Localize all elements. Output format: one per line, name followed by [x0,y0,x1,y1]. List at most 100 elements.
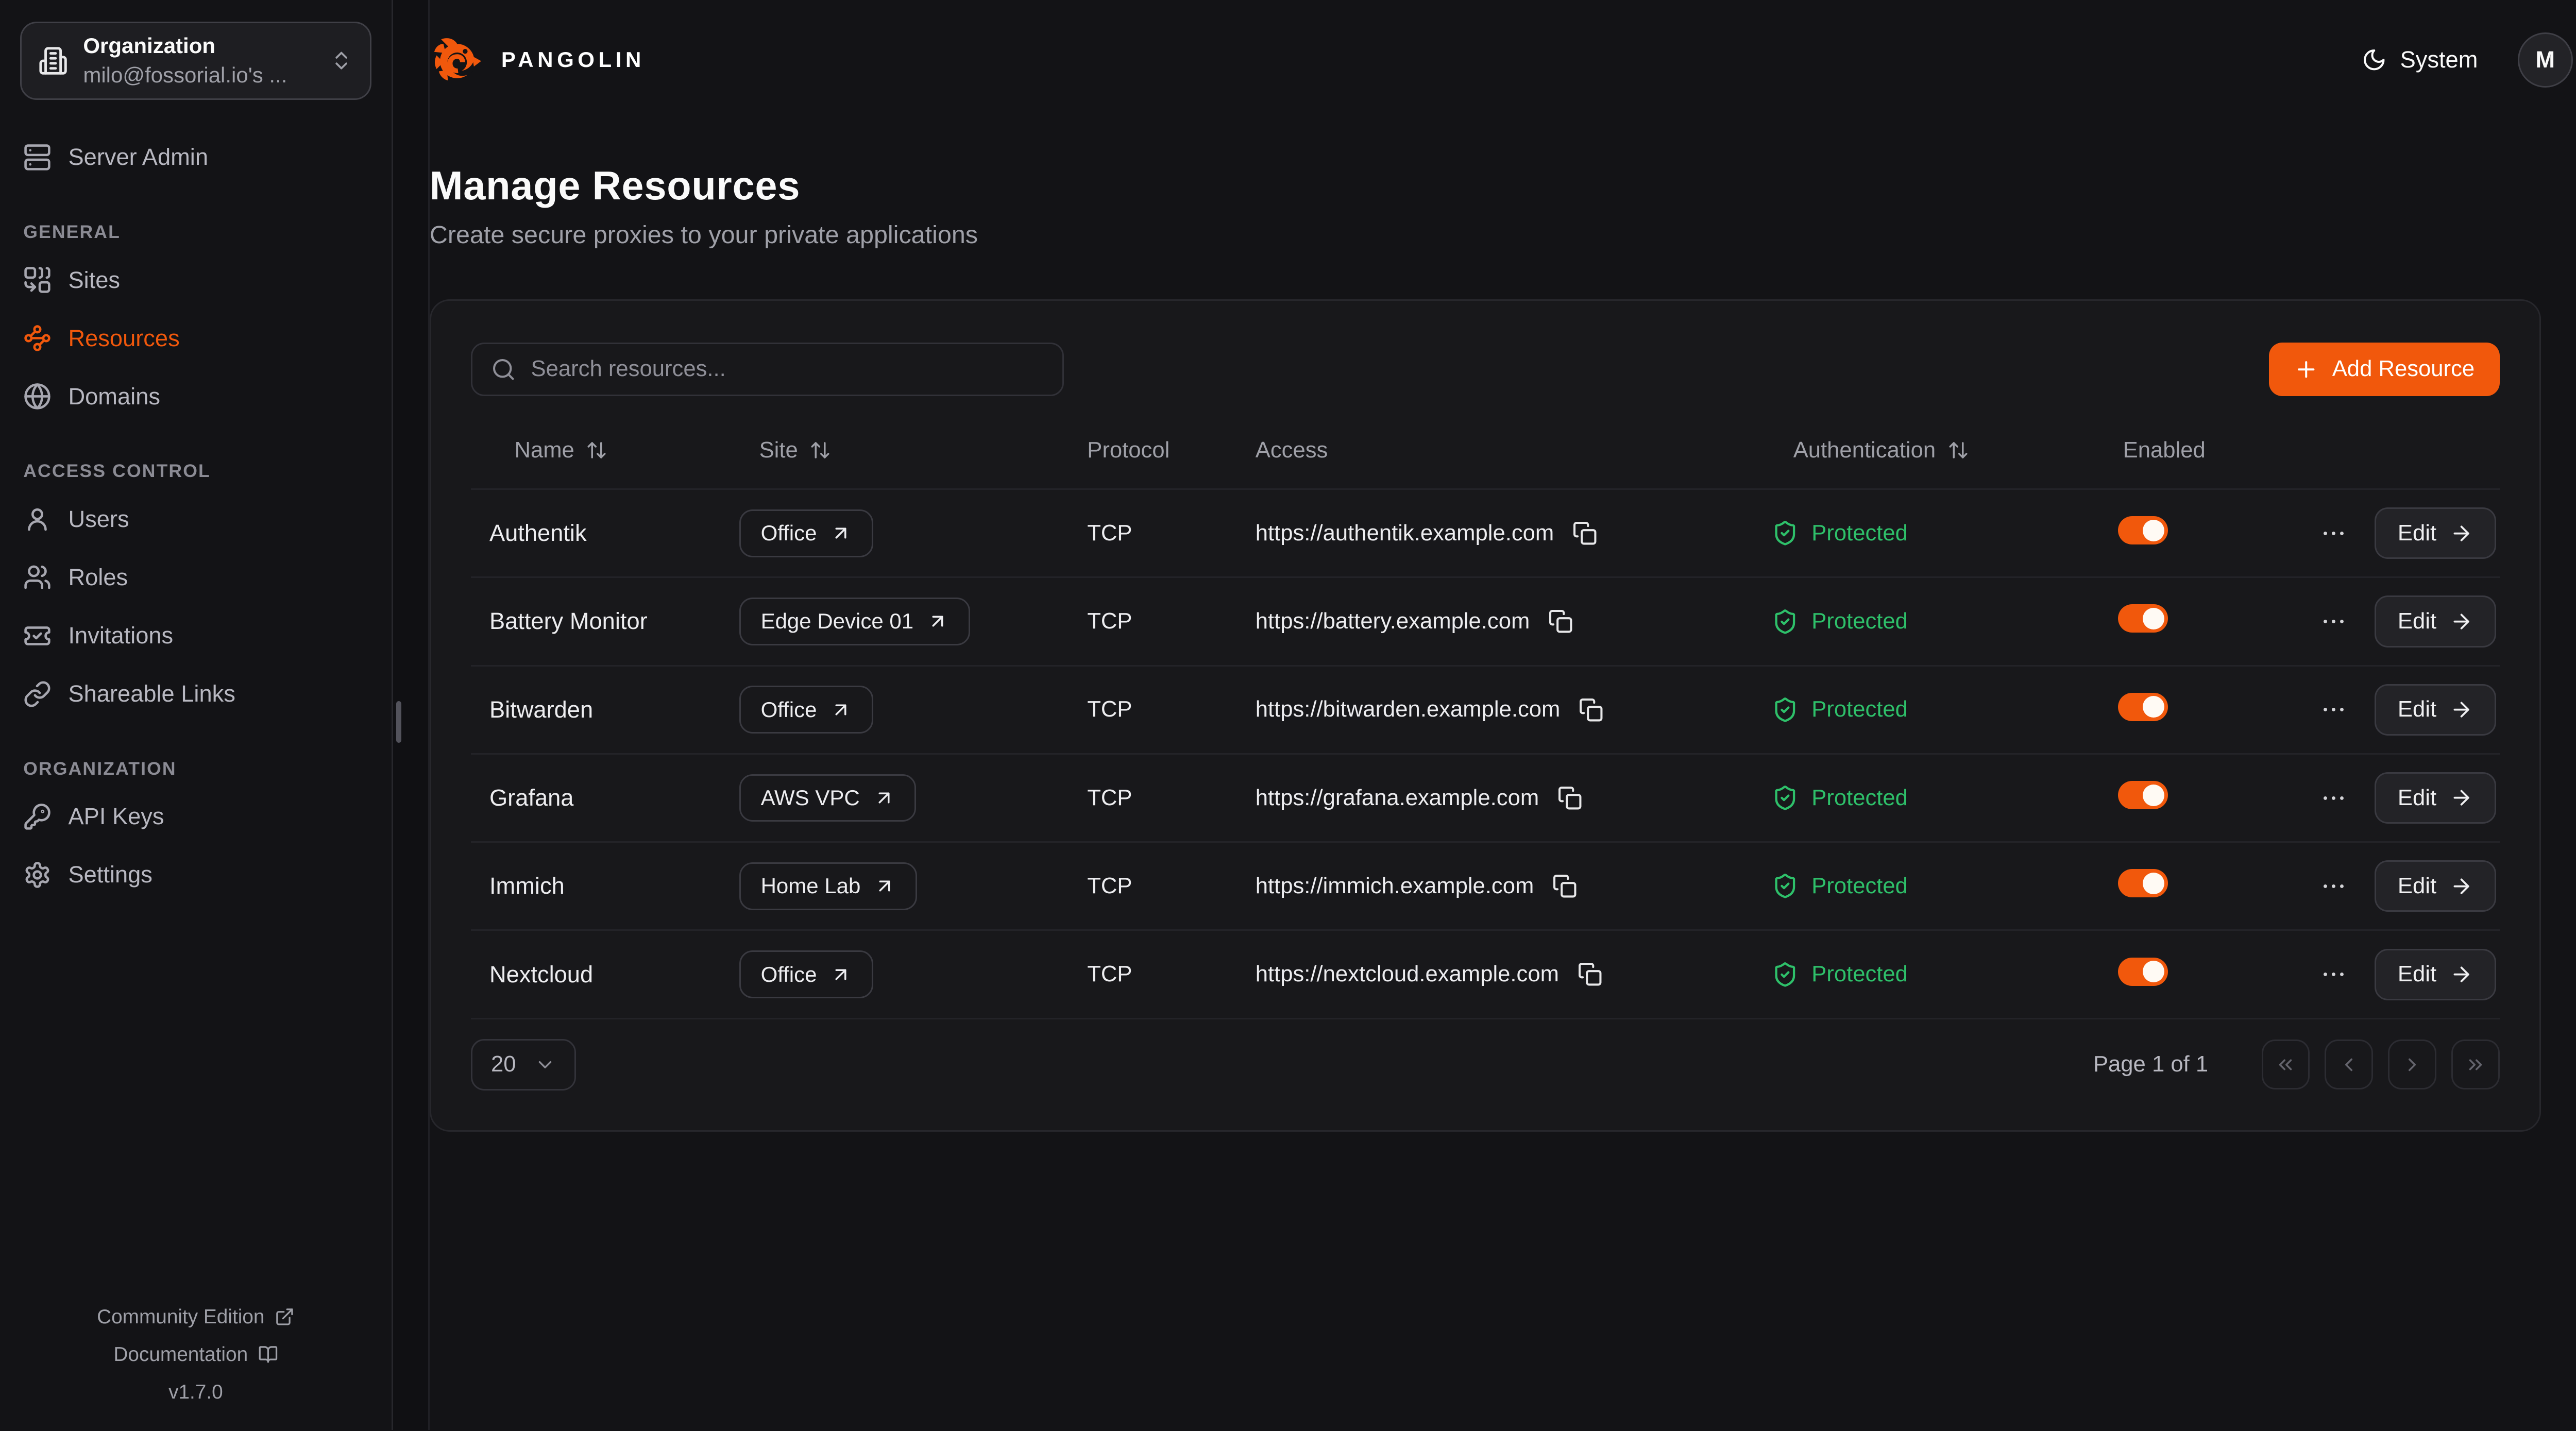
edit-button[interactable]: Edit [2375,949,2496,1000]
row-menu-button[interactable] [2319,695,2348,724]
search-input[interactable] [531,356,1044,382]
org-selector[interactable]: Organization milo@fossorial.io's ... [20,22,371,100]
chevrons-up-down-icon [330,49,353,72]
shield-check-icon [1772,520,1799,547]
ellipsis-icon [2319,784,2348,812]
site-link-button[interactable]: Edge Device 01 [739,598,970,645]
access-url: https://grafana.example.com [1256,786,1539,811]
sidebar-item-server-admin[interactable]: Server Admin [20,137,371,178]
arrow-up-right-icon [873,787,895,809]
first-page-button[interactable] [2262,1040,2310,1089]
next-page-button[interactable] [2388,1040,2436,1089]
chevron-right-icon [2401,1054,2423,1076]
row-menu-button[interactable] [2319,607,2348,636]
avatar[interactable]: M [2518,32,2573,88]
sort-icon[interactable] [809,439,831,461]
edit-button-label: Edit [2398,697,2436,722]
last-page-button[interactable] [2451,1040,2500,1089]
copy-url-button[interactable] [1552,874,1577,898]
protocol-cell: TCP [1059,666,1229,754]
column-header-protocol: Protocol [1059,413,1229,489]
page-subtitle: Create secure proxies to your private ap… [430,220,2541,249]
building-icon [38,46,68,76]
edit-button[interactable]: Edit [2375,595,2496,647]
key-icon [23,803,52,831]
community-edition-link[interactable]: Community Edition [20,1306,371,1328]
authentication-status: Protected [1811,521,1908,546]
copy-icon [1572,521,1597,546]
enabled-toggle[interactable] [2118,516,2168,544]
edit-button[interactable]: Edit [2375,772,2496,824]
site-name: Home Lab [761,874,861,898]
site-link-button[interactable]: Office [739,950,873,998]
page-title: Manage Resources [430,163,2541,209]
sidebar-item-shareable-links[interactable]: Shareable Links [20,673,371,715]
copy-url-button[interactable] [1572,521,1597,546]
protocol-cell: TCP [1059,577,1229,666]
row-menu-button[interactable] [2319,784,2348,812]
site-link-button[interactable]: AWS VPC [739,774,917,822]
brand[interactable]: PANGOLIN [430,32,645,88]
access-url: https://bitwarden.example.com [1256,697,1561,722]
enabled-toggle[interactable] [2118,693,2168,721]
documentation-link[interactable]: Documentation [20,1343,371,1366]
site-link-button[interactable]: Office [739,509,873,557]
theme-toggle[interactable]: System [2362,46,2478,73]
row-menu-button[interactable] [2319,960,2348,989]
copy-url-button[interactable] [1578,962,1602,986]
ellipsis-icon [2319,519,2348,548]
resource-name-cell: Bitwarden [471,666,731,754]
sidebar-item-users[interactable]: Users [20,498,371,540]
edit-button[interactable]: Edit [2375,860,2496,912]
add-resource-button[interactable]: Add Resource [2269,343,2500,396]
toggle-knob [2143,520,2164,541]
sidebar-item-sites[interactable]: Sites [20,259,371,301]
resource-name-cell: Immich [471,842,731,930]
arrow-right-icon [2450,698,2473,721]
sidebar-section: Server Admin [20,137,371,195]
shield-check-icon [1772,785,1799,811]
users-icon [23,563,52,591]
ellipsis-icon [2319,872,2348,900]
sidebar-item-resources[interactable]: Resources [20,317,371,359]
arrow-right-icon [2450,522,2473,545]
sidebar-item-api-keys[interactable]: API Keys [20,796,371,838]
sidebar-item-settings[interactable]: Settings [20,854,371,896]
edit-button[interactable]: Edit [2375,684,2496,736]
page-size-select[interactable]: 20 [471,1039,575,1091]
resources-table: Name Site Protocol Access Authentication… [471,413,2499,1019]
enabled-toggle[interactable] [2118,958,2168,986]
sidebar-item-domains[interactable]: Domains [20,376,371,417]
moon-icon [2362,47,2386,72]
copy-url-button[interactable] [1579,697,1603,722]
sort-icon[interactable] [1947,439,1969,461]
row-menu-button[interactable] [2319,519,2348,548]
resource-name: Battery Monitor [489,608,648,634]
sidebar-resize-handle[interactable] [396,701,401,743]
arrow-up-right-icon [830,522,852,544]
site-name: Office [761,962,817,987]
copy-url-button[interactable] [1548,609,1573,634]
site-name: Office [761,521,817,546]
table-row: Grafana AWS VPC TCP https://grafana.exam… [471,754,2499,842]
shield-check-icon [1772,873,1799,899]
arrow-right-icon [2450,875,2473,898]
enabled-toggle[interactable] [2118,781,2168,809]
enabled-toggle[interactable] [2118,869,2168,897]
copy-url-button[interactable] [1557,786,1582,810]
enabled-toggle[interactable] [2118,604,2168,633]
sidebar-item-invitations[interactable]: Invitations [20,615,371,657]
access-url: https://nextcloud.example.com [1256,962,1559,987]
prev-page-button[interactable] [2325,1040,2373,1089]
row-menu-button[interactable] [2319,872,2348,900]
site-link-button[interactable]: Office [739,686,873,734]
chevron-left-icon [2338,1054,2360,1076]
toggle-knob [2143,785,2164,806]
gear-icon [23,861,52,889]
topbar: PANGOLIN System M [430,0,2576,120]
site-link-button[interactable]: Home Lab [739,862,917,910]
sort-icon[interactable] [586,439,607,461]
protocol-cell: TCP [1059,842,1229,930]
sidebar-item-roles[interactable]: Roles [20,557,371,599]
edit-button[interactable]: Edit [2375,507,2496,559]
